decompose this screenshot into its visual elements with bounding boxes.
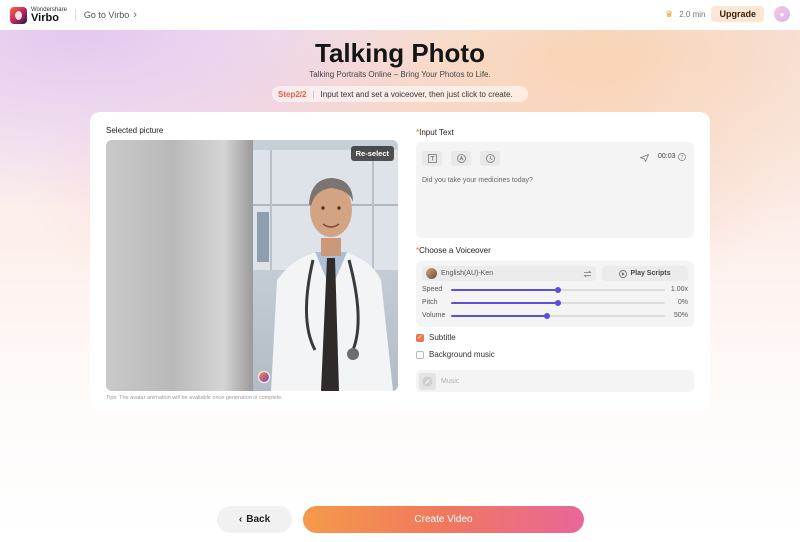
svg-text:?: ? — [681, 155, 684, 161]
voiceover-label: Choose a Voiceover — [419, 246, 491, 255]
create-video-button[interactable]: Create Video — [303, 506, 584, 533]
music-select[interactable]: Music — [416, 370, 694, 392]
speed-track[interactable] — [451, 287, 665, 293]
speed-label: Speed — [422, 286, 443, 293]
ai-rewrite-button[interactable] — [451, 151, 471, 166]
reselect-button[interactable]: Re-select — [350, 146, 394, 161]
swap-icon[interactable] — [583, 270, 592, 278]
volume-label: Volume — [422, 312, 446, 319]
input-text-area[interactable]: 00:03 ? Did you take your medicines toda… — [416, 142, 694, 238]
clock-icon — [485, 154, 495, 163]
pitch-slider[interactable]: Pitch 0% — [422, 298, 688, 308]
back-label: Back — [246, 514, 271, 525]
script-text[interactable]: Did you take your medicines today? — [422, 177, 533, 184]
ai-write-icon — [456, 154, 466, 163]
subtitle-option[interactable]: ✓ Subtitle — [416, 333, 456, 342]
credits-icon: ♛ — [665, 8, 674, 19]
credits-remaining: 2.0 min — [679, 9, 706, 19]
user-avatar-icon[interactable]: ● — [774, 6, 790, 22]
voice-select[interactable]: English(AU)-Ken — [422, 266, 596, 281]
page-subtitle: Talking Portraits Online – Bring Your Ph… — [309, 70, 491, 79]
help-icon[interactable]: ? — [678, 153, 686, 161]
background-music-option[interactable]: Background music — [416, 350, 495, 359]
topbar-divider — [74, 9, 76, 21]
main-card: Selected picture Re-select Tips: The ava… — [90, 112, 710, 410]
generation-tip: Tips: The avatar animation will be avail… — [106, 395, 283, 401]
voiceover-heading: *Choose a Voiceover — [416, 246, 491, 255]
volume-value: 50% — [673, 312, 688, 319]
step-tag: Step2/2 — [278, 89, 307, 99]
play-scripts-label: Play Scripts — [630, 270, 671, 277]
selected-picture-label: Selected picture — [106, 126, 164, 135]
background-music-label: Background music — [429, 350, 495, 359]
photo-source-badge-icon — [258, 371, 270, 383]
go-to-virbo-link[interactable]: Go to Virbo › — [84, 9, 137, 21]
speed-value: 1.00x — [670, 286, 688, 293]
voiceover-panel: English(AU)-Ken Play Scripts Speed 1.00x… — [416, 261, 694, 327]
chevron-left-icon: ‹ — [238, 514, 243, 525]
step-indicator: Step2/2 | Input text and set a voiceover… — [272, 86, 528, 102]
play-circle-icon — [619, 269, 628, 278]
text-format-button[interactable] — [422, 151, 442, 166]
subtitle-checkbox[interactable]: ✓ — [416, 333, 424, 342]
top-bar: Wondershare Virbo Go to Virbo › ♛ 2.0 mi… — [0, 0, 800, 30]
volume-handle[interactable] — [544, 313, 551, 319]
play-scripts-button[interactable]: Play Scripts — [602, 266, 688, 281]
blurred-background — [106, 140, 253, 391]
step-divider: | — [312, 89, 315, 99]
step-text: Input text and set a voiceover, then jus… — [320, 89, 513, 99]
speed-slider[interactable]: Speed 1.00x — [422, 285, 688, 295]
speed-fill — [451, 289, 558, 291]
pitch-fill — [451, 302, 558, 304]
volume-fill — [451, 315, 548, 317]
page-title: Talking Photo — [315, 38, 485, 68]
voice-avatar-icon — [426, 268, 437, 279]
selected-voice: English(AU)-Ken — [441, 270, 494, 277]
go-to-virbo-label: Go to Virbo — [83, 10, 130, 20]
text-box-icon — [427, 154, 437, 163]
doctor-portrait: Re-select — [253, 140, 398, 391]
background-music-checkbox[interactable] — [416, 350, 424, 359]
music-placeholder: Music — [441, 377, 460, 385]
send-icon[interactable] — [640, 154, 649, 162]
pitch-label: Pitch — [422, 299, 438, 306]
pause-insert-button[interactable] — [480, 151, 500, 166]
selected-picture: Re-select — [106, 140, 398, 391]
input-text-heading: *Input Text — [416, 128, 454, 137]
doctor-figure — [271, 178, 393, 391]
speed-handle[interactable] — [555, 287, 561, 293]
subtitle-label: Subtitle — [429, 333, 456, 342]
upgrade-button[interactable]: Upgrade — [711, 6, 764, 22]
virbo-logo[interactable]: Wondershare Virbo — [10, 6, 67, 24]
input-text-label: Input Text — [419, 128, 454, 137]
volume-track[interactable] — [451, 313, 665, 319]
virbo-logo-icon — [10, 6, 27, 24]
pitch-value: 0% — [677, 299, 688, 306]
chevron-right-icon: › — [133, 9, 137, 21]
pitch-handle[interactable] — [555, 300, 561, 306]
back-button[interactable]: ‹ Back — [217, 506, 292, 533]
music-disc-icon — [419, 372, 436, 390]
volume-slider[interactable]: Volume 50% — [422, 311, 688, 321]
script-duration: 00:03 — [658, 153, 676, 160]
logo-product: Virbo — [31, 11, 59, 24]
pitch-track[interactable] — [451, 300, 665, 306]
